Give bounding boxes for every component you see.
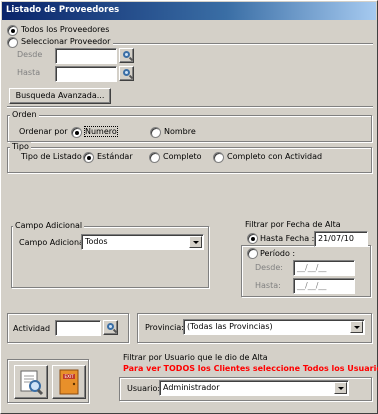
magnifier-icon (120, 67, 134, 80)
window-title: Listado de Proveedores (6, 5, 120, 15)
periodo-label: Período : (260, 249, 296, 258)
actividad-search-button[interactable] (103, 320, 118, 335)
exit-door-icon: EXIT (59, 369, 79, 395)
campo-adicional-group-title: Campo Adicional (13, 221, 85, 230)
hasta-fecha-radio[interactable] (247, 233, 258, 244)
todos-proveedores-label: Todos los Proveedores (21, 25, 110, 34)
desde-search-button[interactable] (119, 48, 134, 63)
print-preview-button[interactable] (14, 365, 48, 399)
actividad-label: Actividad (13, 324, 51, 333)
usuario-filter-warning: Para ver TODOS los Clientes seleccione T… (123, 364, 378, 373)
tipo-completo-radio[interactable] (149, 152, 160, 163)
seleccionar-proveedor-label: Seleccionar Proveedor (21, 37, 111, 46)
tipo-listado-label: Tipo de Listado (21, 152, 82, 161)
tipo-estandar-label: Estándar (97, 152, 133, 161)
orden-group-title: Orden (10, 110, 39, 119)
hasta-search-button[interactable] (119, 66, 134, 81)
periodo-hasta-label: Hasta: (255, 281, 281, 290)
hasta-proveedor-input[interactable] (55, 66, 117, 82)
actividad-input[interactable] (55, 320, 101, 336)
periodo-hasta-input[interactable]: __/__/__ (293, 278, 355, 294)
tipo-group-title: Tipo (10, 142, 31, 151)
busqueda-divider (7, 106, 373, 108)
seleccionar-proveedor-radio[interactable] (7, 37, 18, 48)
desde-proveedor-label: Desde (17, 50, 43, 59)
busqueda-avanzada-button[interactable]: Busqueda Avanzada... (9, 88, 111, 104)
ordenar-por-label: Ordenar por (19, 127, 68, 136)
magnifier-icon (104, 321, 118, 334)
usuario-label: Usuario: (127, 384, 161, 393)
orden-nombre-label: Nombre (164, 127, 196, 136)
hasta-fecha-label: Hasta Fecha : (260, 234, 315, 243)
hasta-fecha-input[interactable]: 21/07/10 (314, 231, 368, 247)
provincia-select[interactable]: (Todas las Provincias) (183, 319, 365, 335)
svg-text:EXIT: EXIT (65, 374, 74, 379)
provincia-value: (Todas las Provincias) (187, 322, 273, 331)
chevron-down-icon[interactable] (189, 236, 202, 248)
usuario-select[interactable]: Administrador (159, 380, 349, 396)
todos-proveedores-radio[interactable] (7, 25, 18, 36)
orden-numero-radio[interactable] (71, 127, 82, 138)
desde-proveedor-input[interactable] (55, 48, 117, 64)
chevron-down-icon[interactable] (334, 382, 347, 394)
window-titlebar: Listado de Proveedores (2, 2, 376, 20)
tipo-estandar-radio[interactable] (83, 152, 94, 163)
tipo-completo-actividad-label: Completo con Actividad (227, 152, 323, 161)
fecha-alta-title: Filtrar por Fecha de Alta (245, 220, 341, 229)
orden-numero-label: Numero (84, 126, 118, 137)
exit-button[interactable]: EXIT (52, 365, 86, 399)
proveedor-divider (113, 43, 373, 45)
campo-adicional-value: Todos (85, 237, 108, 246)
provincia-label: Provincia: (145, 323, 184, 332)
orden-nombre-radio[interactable] (150, 127, 161, 138)
print-preview-icon (20, 370, 44, 396)
listado-proveedores-window: Listado de Proveedores Todos los Proveed… (0, 0, 378, 414)
periodo-radio[interactable] (247, 248, 258, 259)
tipo-completo-actividad-radio[interactable] (213, 152, 224, 163)
hasta-proveedor-label: Hasta (17, 68, 41, 77)
chevron-down-icon[interactable] (350, 321, 363, 333)
usuario-filter-title: Filtrar por Usuario que le dio de Alta (123, 353, 268, 362)
usuario-value: Administrador (163, 383, 220, 392)
tipo-completo-label: Completo (163, 152, 202, 161)
periodo-desde-input[interactable]: __/__/__ (293, 260, 355, 276)
periodo-desde-label: Desde: (255, 263, 283, 272)
campo-adicional-select[interactable]: Todos (81, 234, 204, 250)
magnifier-icon (120, 49, 134, 62)
campo-adicional-label: Campo Adicional (19, 238, 87, 247)
